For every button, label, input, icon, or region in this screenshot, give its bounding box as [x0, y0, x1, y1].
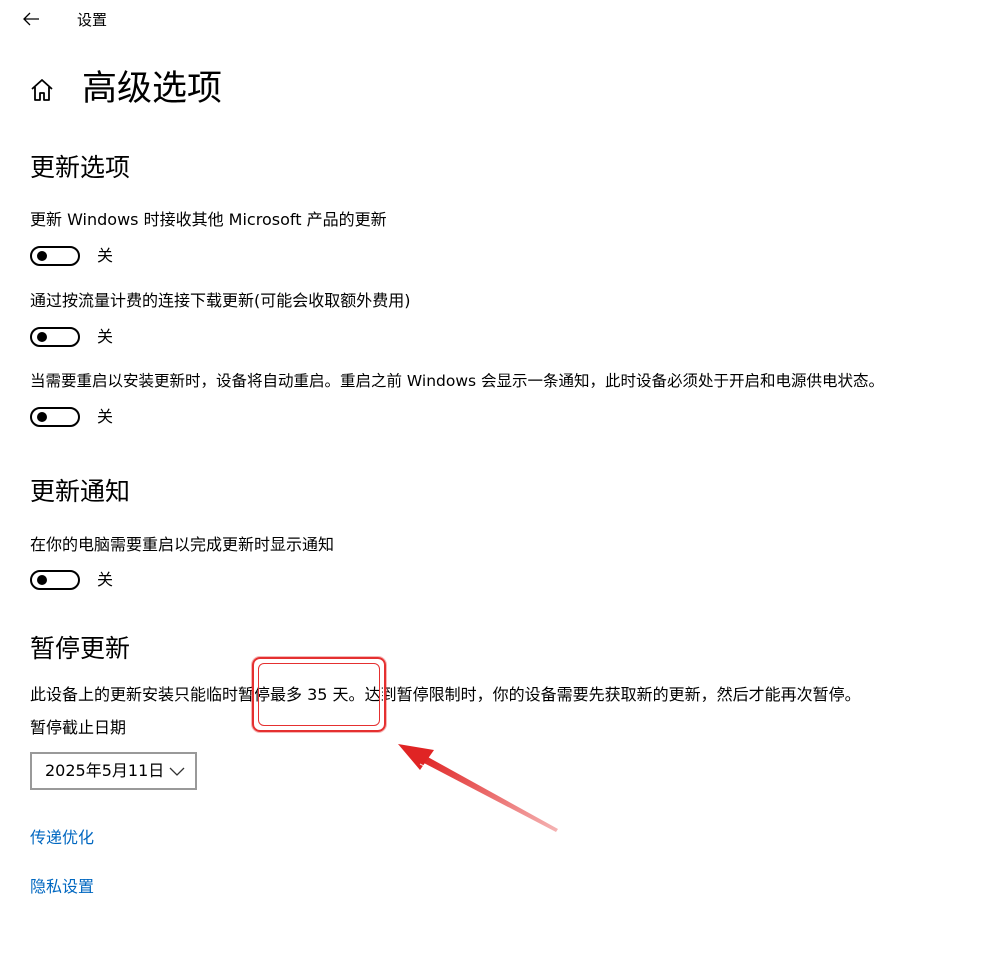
- toggle-row-auto-restart: 关: [30, 403, 113, 431]
- setting-label-metered-connection: 通过按流量计费的连接下载更新(可能会收取额外费用): [30, 291, 411, 310]
- toggle-row-restart-notification: 关: [30, 566, 113, 594]
- section-title-update-options: 更新选项: [30, 153, 131, 182]
- pause-description-highlight: 暂停最多 35 天。: [238, 685, 365, 704]
- app-title: 设置: [77, 11, 108, 29]
- page-title: 高级选项: [82, 69, 223, 109]
- toggle-state-label: 关: [97, 570, 114, 589]
- chevron-down-icon: [169, 767, 185, 776]
- toggle-knob: [37, 251, 47, 261]
- pause-date-value: 2025年5月11日: [45, 761, 165, 780]
- toggle-switch-restart-notification[interactable]: [30, 570, 80, 590]
- toggle-switch-auto-restart[interactable]: [30, 407, 80, 427]
- pause-description-after: 达到暂停限制时，你的设备需要先获取新的更新，然后才能再次暂停。: [364, 685, 861, 704]
- setting-label-other-products: 更新 Windows 时接收其他 Microsoft 产品的更新: [30, 210, 387, 229]
- home-icon: [31, 79, 53, 101]
- toggle-row-other-products: 关: [30, 242, 113, 270]
- toggle-switch-other-products[interactable]: [30, 246, 80, 266]
- section-title-update-notifications: 更新通知: [30, 477, 131, 506]
- setting-label-restart-notification: 在你的电脑需要重启以完成更新时显示通知: [30, 535, 335, 554]
- arrow-left-icon: [23, 12, 39, 26]
- pause-description-before: 此设备上的更新安装只能临时: [30, 685, 239, 704]
- toggle-row-metered-connection: 关: [30, 323, 113, 351]
- toggle-state-label: 关: [97, 327, 114, 346]
- pause-date-dropdown[interactable]: 2025年5月11日: [30, 752, 197, 790]
- annotation-arrow-icon: [398, 744, 558, 834]
- toggle-knob: [37, 575, 47, 585]
- pause-description: 此设备上的更新安装只能临时暂停最多 35 天。达到暂停限制时，你的设备需要先获取…: [30, 684, 861, 706]
- toggle-knob: [37, 412, 47, 422]
- pause-date-label: 暂停截止日期: [30, 718, 127, 737]
- back-button[interactable]: [16, 6, 46, 32]
- toggle-state-label: 关: [97, 246, 114, 265]
- toggle-knob: [37, 332, 47, 342]
- toggle-switch-metered-connection[interactable]: [30, 327, 80, 347]
- link-privacy-settings[interactable]: 隐私设置: [30, 876, 94, 898]
- link-delivery-optimization[interactable]: 传递优化: [30, 827, 94, 849]
- section-title-pause-updates: 暂停更新: [30, 634, 131, 663]
- toggle-state-label: 关: [97, 407, 114, 426]
- setting-label-auto-restart: 当需要重启以安装更新时，设备将自动重启。重启之前 Windows 会显示一条通知…: [30, 372, 885, 390]
